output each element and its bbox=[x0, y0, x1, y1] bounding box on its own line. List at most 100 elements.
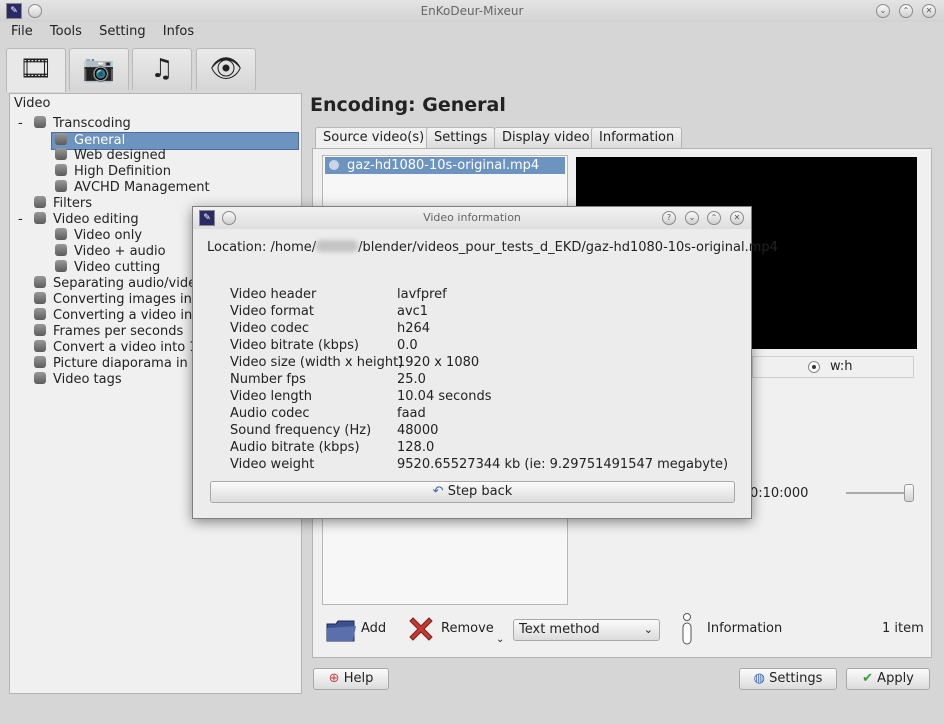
info-icon bbox=[681, 613, 693, 645]
help-question-icon[interactable]: ? bbox=[662, 211, 676, 225]
help-button[interactable]: ⊕ Help bbox=[313, 668, 389, 690]
info-value-sound-frequency: 48000 bbox=[397, 423, 439, 438]
tree-item-high-definition[interactable]: High Definition bbox=[55, 164, 171, 180]
film-icon bbox=[55, 260, 67, 272]
menu-infos[interactable]: Infos bbox=[163, 24, 194, 39]
ratio-label: w:h bbox=[830, 359, 853, 374]
settings-button[interactable]: ◍ Settings bbox=[739, 668, 837, 690]
method-select[interactable]: Text method ⌄ bbox=[513, 619, 660, 641]
chevron-down-icon[interactable]: ⌄ bbox=[496, 634, 504, 645]
film-icon bbox=[34, 356, 46, 368]
location-line: Location: /home//blender/videos_pour_tes… bbox=[207, 240, 778, 255]
tree-item-video-audio[interactable]: Video + audio bbox=[55, 244, 166, 260]
info-label-audio-bitrate: Audio bitrate (kbps) bbox=[230, 440, 360, 455]
info-value-video-format: avc1 bbox=[397, 304, 429, 319]
tree-item-video-editing[interactable]: Video editing bbox=[34, 212, 139, 228]
info-label-video-weight: Video weight bbox=[230, 457, 315, 472]
minimize-button[interactable]: ⌄ bbox=[876, 4, 890, 18]
tree-item-filters[interactable]: Filters bbox=[34, 196, 92, 212]
chevron-down-icon: ⌄ bbox=[643, 623, 653, 636]
ratio-radio[interactable] bbox=[808, 361, 820, 373]
info-label-video-codec: Video codec bbox=[230, 321, 310, 336]
tree-item-video-cutting[interactable]: Video cutting bbox=[55, 260, 160, 276]
menubar: File Tools Setting Infos bbox=[11, 24, 944, 44]
tab-information[interactable]: Information bbox=[591, 127, 683, 149]
info-label-fps: Number fps bbox=[230, 372, 306, 387]
page-title: Encoding: General bbox=[310, 94, 506, 116]
music-speaker-icon: ♫ bbox=[150, 54, 174, 84]
add-button[interactable] bbox=[324, 616, 358, 644]
expander-video-editing[interactable]: - bbox=[18, 212, 23, 228]
tree-item-separating[interactable]: Separating audio/video bbox=[34, 276, 204, 292]
info-label-video-bitrate: Video bitrate (kbps) bbox=[230, 338, 360, 353]
info-value-video-header: lavfpref bbox=[397, 287, 447, 302]
window-titlebar: ✎ EnKoDeur-Mixeur ⌄ ⌃ ✕ bbox=[0, 0, 944, 22]
film-icon bbox=[34, 340, 46, 352]
menu-setting[interactable]: Setting bbox=[99, 24, 146, 39]
slider-handle[interactable] bbox=[904, 484, 914, 502]
position-slider[interactable] bbox=[846, 492, 912, 494]
settings-icon: ◍ bbox=[753, 671, 765, 686]
file-list-item[interactable]: gaz-hd1080-10s-original.mp4 bbox=[325, 157, 565, 174]
film-reel-icon: 🎞 bbox=[19, 54, 53, 84]
info-value-audio-bitrate: 128.0 bbox=[397, 440, 435, 455]
film-icon bbox=[55, 164, 67, 176]
remove-label[interactable]: Remove bbox=[441, 621, 494, 636]
info-value-video-bitrate: 0.0 bbox=[397, 338, 418, 353]
tab-audio[interactable]: ♫ bbox=[132, 48, 192, 90]
info-value-audio-codec: faad bbox=[397, 406, 426, 421]
dialog-minimize-button[interactable]: ⌄ bbox=[685, 211, 699, 225]
film-icon bbox=[34, 196, 46, 208]
video-information-dialog: ✎ Video information ? ⌄ ⌃ ✕ Location: /h… bbox=[192, 206, 778, 519]
undo-arrow-icon: ↶ bbox=[432, 484, 444, 499]
tab-images[interactable]: 📷 bbox=[69, 48, 129, 90]
info-value-video-size: 1920 x 1080 bbox=[397, 355, 480, 370]
info-label-audio-codec: Audio codec bbox=[230, 406, 310, 421]
menu-tools[interactable]: Tools bbox=[50, 24, 82, 39]
tree-item-avchd[interactable]: AVCHD Management bbox=[55, 180, 210, 196]
video-file-icon bbox=[329, 160, 339, 170]
tree-item-web-designed[interactable]: Web designed bbox=[55, 148, 166, 164]
remove-icon[interactable] bbox=[406, 614, 436, 644]
item-count: 1 item bbox=[882, 621, 924, 636]
menu-file[interactable]: File bbox=[11, 24, 33, 39]
film-icon bbox=[34, 308, 46, 320]
tree-item-fps[interactable]: Frames per seconds bbox=[34, 324, 183, 340]
tree-item-video-tags[interactable]: Video tags bbox=[34, 372, 122, 388]
film-icon bbox=[34, 276, 46, 288]
film-icon bbox=[55, 148, 67, 160]
tree-item-transcoding[interactable]: Transcoding bbox=[34, 116, 131, 132]
add-label[interactable]: Add bbox=[361, 621, 386, 636]
info-label-video-length: Video length bbox=[230, 389, 312, 404]
expander-transcoding[interactable]: - bbox=[18, 116, 23, 132]
lifebuoy-icon: ⊕ bbox=[328, 671, 340, 686]
dialog-close-button[interactable]: ✕ bbox=[730, 211, 744, 225]
close-button[interactable]: ✕ bbox=[922, 4, 936, 18]
maximize-button[interactable]: ⌃ bbox=[899, 4, 913, 18]
apply-button[interactable]: ✔ Apply bbox=[846, 668, 930, 690]
eye-icon: 👁 bbox=[209, 54, 243, 84]
radio-dot-icon bbox=[812, 365, 816, 369]
info-label-video-size: Video size (width x height) bbox=[230, 355, 404, 370]
film-icon bbox=[55, 228, 67, 240]
tab-display-video[interactable]: Display video bbox=[494, 127, 598, 149]
dialog-maximize-button[interactable]: ⌃ bbox=[707, 211, 721, 225]
info-value-video-codec: h264 bbox=[397, 321, 431, 336]
window-title: EnKoDeur-Mixeur bbox=[420, 4, 524, 18]
sidebar-header: Video bbox=[14, 96, 51, 111]
step-back-button[interactable]: ↶ Step back bbox=[210, 481, 735, 503]
information-label: Information bbox=[707, 621, 783, 636]
time-display: 0:10:000 bbox=[750, 486, 809, 501]
tree-item-video-only[interactable]: Video only bbox=[55, 228, 142, 244]
film-icon bbox=[34, 292, 46, 304]
tab-settings[interactable]: Settings bbox=[426, 127, 496, 149]
info-label-video-format: Video format bbox=[230, 304, 314, 319]
tree-item-16-9[interactable]: Convert a video into 16/9 bbox=[34, 340, 219, 356]
ratio-group: w:h bbox=[752, 356, 914, 378]
info-value-video-length: 10.04 seconds bbox=[397, 389, 492, 404]
tab-video[interactable]: 🎞 bbox=[6, 48, 66, 92]
dialog-titlebar: ✎ Video information ? ⌄ ⌃ ✕ bbox=[193, 207, 751, 229]
info-value-video-weight: 9520.65527344 kb (ie: 9.29751491547 mega… bbox=[397, 457, 729, 472]
info-label-video-header: Video header bbox=[230, 287, 317, 302]
tab-display[interactable]: 👁 bbox=[196, 48, 256, 90]
